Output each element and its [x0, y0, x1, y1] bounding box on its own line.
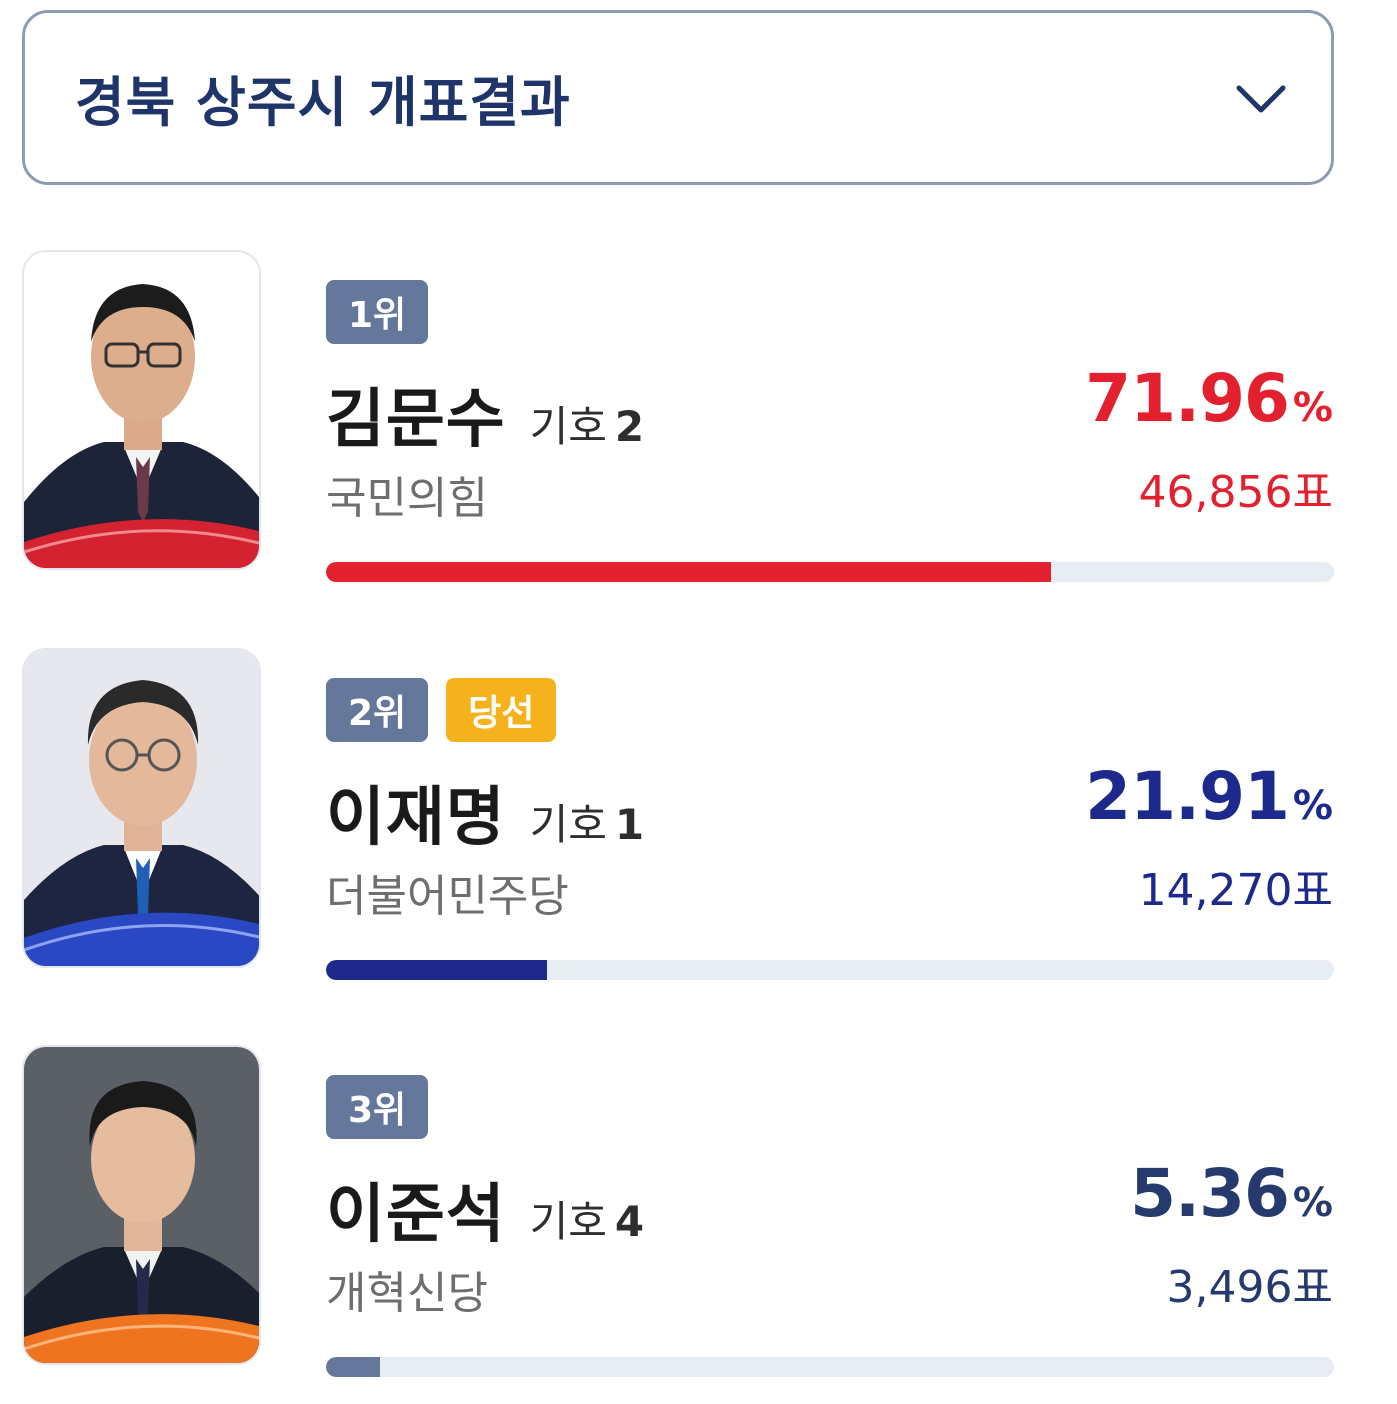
percent-unit: % — [1292, 1180, 1333, 1226]
symbol-number: 1 — [614, 800, 645, 849]
party-name: 국민의힘 — [326, 473, 488, 524]
percent-value: 21.91 — [1085, 758, 1290, 835]
vote-count: 46,856표 — [1138, 467, 1333, 518]
symbol-number: 4 — [614, 1197, 645, 1246]
vote-count: 14,270표 — [1138, 865, 1333, 916]
candidate-name: 이준석 — [326, 1178, 506, 1252]
progress-track — [326, 562, 1334, 582]
name-line: 김문수 기호 2 — [326, 368, 644, 460]
candidate-photo — [22, 1045, 261, 1365]
vote-percent: 21.91 % — [1085, 758, 1333, 835]
percent-value: 71.96 — [1085, 360, 1290, 437]
progress-fill — [326, 562, 1052, 582]
name-line: 이재명 기호 1 — [326, 766, 644, 858]
percent-value: 5.36 — [1130, 1155, 1290, 1232]
progress-track — [326, 960, 1334, 980]
rank-badge: 1위 — [326, 280, 429, 344]
progress-fill — [326, 960, 547, 980]
symbol-label: 기호 — [529, 402, 607, 451]
candidate-name: 이재명 — [326, 781, 506, 855]
name-line: 이준석 기호 4 — [326, 1163, 644, 1255]
candidate-photo — [22, 648, 261, 968]
percent-unit: % — [1292, 783, 1333, 829]
candidate-photo — [22, 250, 261, 570]
symbol-label: 기호 — [529, 800, 607, 849]
page-title: 경북 상주시 개표결과 — [75, 71, 571, 134]
progress-track — [326, 1357, 1334, 1377]
badge-group: 3위 — [326, 1075, 429, 1139]
badge-group: 2위 당선 — [326, 678, 557, 742]
region-select-dropdown[interactable]: 경북 상주시 개표결과 — [22, 10, 1334, 185]
rank-badge: 3위 — [326, 1075, 429, 1139]
party-name: 더불어민주당 — [326, 871, 569, 922]
vote-percent: 71.96 % — [1085, 360, 1333, 437]
chevron-down-icon — [1231, 68, 1291, 128]
symbol-label: 기호 — [529, 1197, 607, 1246]
rank-badge: 2위 — [326, 678, 429, 742]
winner-badge: 당선 — [446, 678, 557, 742]
candidate-name: 김문수 — [326, 383, 506, 457]
badge-group: 1위 — [326, 280, 429, 344]
symbol-number: 2 — [614, 402, 645, 451]
vote-percent: 5.36 % — [1130, 1155, 1333, 1232]
candidate-card: 2위 당선 이재명 기호 1 더불어민주당 21.91 % 14,270표 — [0, 648, 1397, 1008]
vote-count: 3,496표 — [1166, 1262, 1333, 1313]
candidate-card: 1위 김문수 기호 2 국민의힘 71.96 % 46,856표 — [0, 250, 1397, 610]
party-name: 개혁신당 — [326, 1268, 488, 1319]
percent-unit: % — [1292, 385, 1333, 431]
candidate-card: 3위 이준석 기호 4 개혁신당 5.36 % 3,496표 — [0, 1045, 1397, 1404]
progress-fill — [326, 1357, 381, 1377]
